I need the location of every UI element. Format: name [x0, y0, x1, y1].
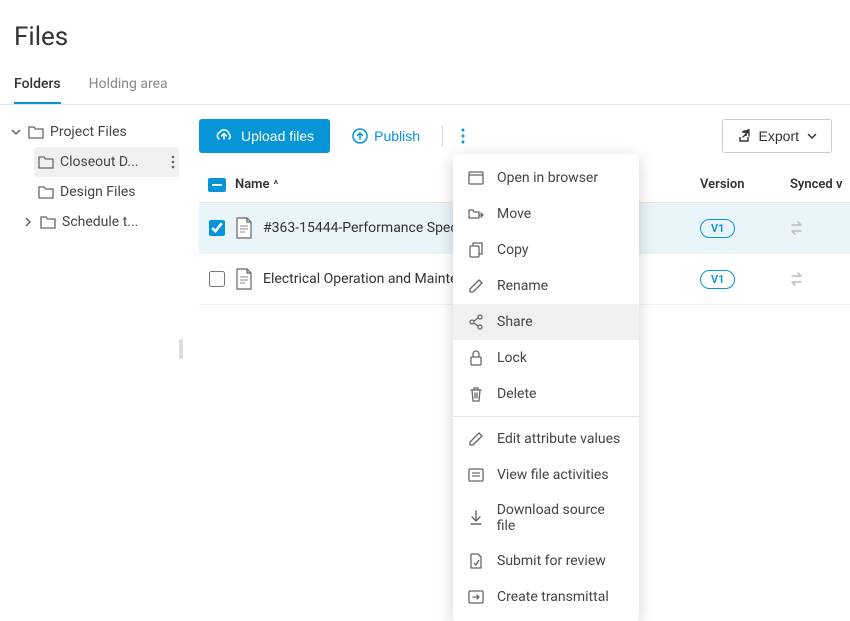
column-name-label: Name [235, 177, 269, 192]
menu-label: Open in browser [497, 170, 598, 186]
menu-label: Download source file [497, 502, 625, 534]
folder-icon [38, 155, 54, 169]
menu-create-transmittal[interactable]: Create transmittal [453, 579, 639, 615]
menu-open-in-browser[interactable]: Open in browser [453, 160, 639, 196]
tab-folders[interactable]: Folders [14, 76, 61, 104]
toolbar-more-icon[interactable] [457, 124, 469, 148]
menu-label: Edit attribute values [497, 431, 620, 447]
tabs: Folders Holding area [0, 52, 850, 105]
folder-icon [40, 215, 56, 229]
tree-item-label: Schedule t... [62, 214, 138, 230]
menu-label: Copy [497, 242, 529, 258]
copy-icon [467, 241, 485, 259]
chevron-down-icon [10, 127, 22, 137]
activities-icon [467, 466, 485, 484]
tree-item-design-files[interactable]: Design Files [34, 177, 179, 207]
toolbar: Upload files Publish Export [199, 119, 850, 153]
review-icon [467, 552, 485, 570]
context-menu: Open in browser Move Copy Rename Share L… [453, 154, 639, 621]
rename-icon [467, 277, 485, 295]
tab-holding-area[interactable]: Holding area [89, 76, 168, 104]
menu-label: Submit for review [497, 553, 606, 569]
publish-button[interactable]: Publish [344, 119, 428, 153]
upload-cloud-icon [215, 129, 233, 143]
chevron-right-icon [22, 217, 34, 227]
version-badge[interactable]: V1 [700, 270, 735, 289]
sync-icon[interactable] [790, 221, 850, 235]
tree-item-more-icon[interactable] [171, 155, 175, 169]
menu-share[interactable]: Share [453, 304, 639, 340]
tree-root-project-files[interactable]: Project Files [6, 117, 179, 147]
row-checkbox[interactable] [209, 220, 225, 236]
sync-icon[interactable] [790, 272, 850, 286]
menu-submit-review[interactable]: Submit for review [453, 543, 639, 579]
export-button[interactable]: Export [722, 119, 832, 153]
select-all-checkbox[interactable] [208, 178, 226, 192]
export-icon [737, 129, 751, 143]
menu-label: Move [497, 206, 531, 222]
document-icon [235, 217, 253, 239]
menu-label: Share [497, 314, 533, 330]
menu-lock[interactable]: Lock [453, 340, 639, 376]
menu-label: View file activities [497, 467, 609, 483]
tree-item-label: Closeout D... [60, 154, 138, 170]
file-name: #363-15444-Performance Spec-2 [263, 220, 469, 236]
tree-item-label: Design Files [60, 184, 136, 200]
menu-label: Delete [497, 386, 536, 402]
document-icon [235, 268, 253, 290]
menu-label: Create transmittal [497, 589, 609, 605]
menu-download-source[interactable]: Download source file [453, 493, 639, 543]
edit-attributes-icon [467, 430, 485, 448]
version-badge[interactable]: V1 [700, 219, 735, 238]
export-label: Export [759, 128, 799, 144]
menu-label: Rename [497, 278, 548, 294]
download-icon [467, 509, 485, 527]
tree-root-label: Project Files [50, 124, 127, 140]
sort-asc-icon: ^ [273, 178, 278, 191]
menu-rename[interactable]: Rename [453, 268, 639, 304]
sidebar: Project Files Closeout D... Design Files [0, 105, 185, 305]
delete-icon [467, 385, 485, 403]
publish-icon [352, 128, 368, 144]
menu-edit-attributes[interactable]: Edit attribute values [453, 421, 639, 457]
page-title: Files [0, 0, 850, 52]
publish-label: Publish [374, 128, 420, 144]
move-icon [467, 205, 485, 223]
row-checkbox[interactable] [209, 271, 225, 287]
menu-delete[interactable]: Delete [453, 376, 639, 412]
file-name: Electrical Operation and Mainten [263, 271, 465, 287]
upload-files-button[interactable]: Upload files [199, 119, 330, 153]
tree-item-schedule[interactable]: Schedule t... [18, 207, 179, 237]
upload-label: Upload files [241, 128, 314, 144]
column-header-version[interactable]: Version [700, 177, 790, 192]
menu-view-activities[interactable]: View file activities [453, 457, 639, 493]
menu-copy[interactable]: Copy [453, 232, 639, 268]
share-icon [467, 313, 485, 331]
transmittal-icon [467, 588, 485, 606]
folder-icon [38, 185, 54, 199]
menu-move[interactable]: Move [453, 196, 639, 232]
column-header-synced[interactable]: Synced v [790, 177, 850, 192]
chevron-down-icon [807, 132, 817, 140]
menu-label: Lock [497, 350, 527, 366]
folder-icon [28, 125, 44, 139]
open-browser-icon [467, 169, 485, 187]
sidebar-resize-handle[interactable] [179, 339, 183, 359]
menu-separator [453, 416, 639, 417]
lock-icon [467, 349, 485, 367]
toolbar-separator [442, 125, 443, 147]
tree-item-closeout[interactable]: Closeout D... [34, 147, 179, 177]
